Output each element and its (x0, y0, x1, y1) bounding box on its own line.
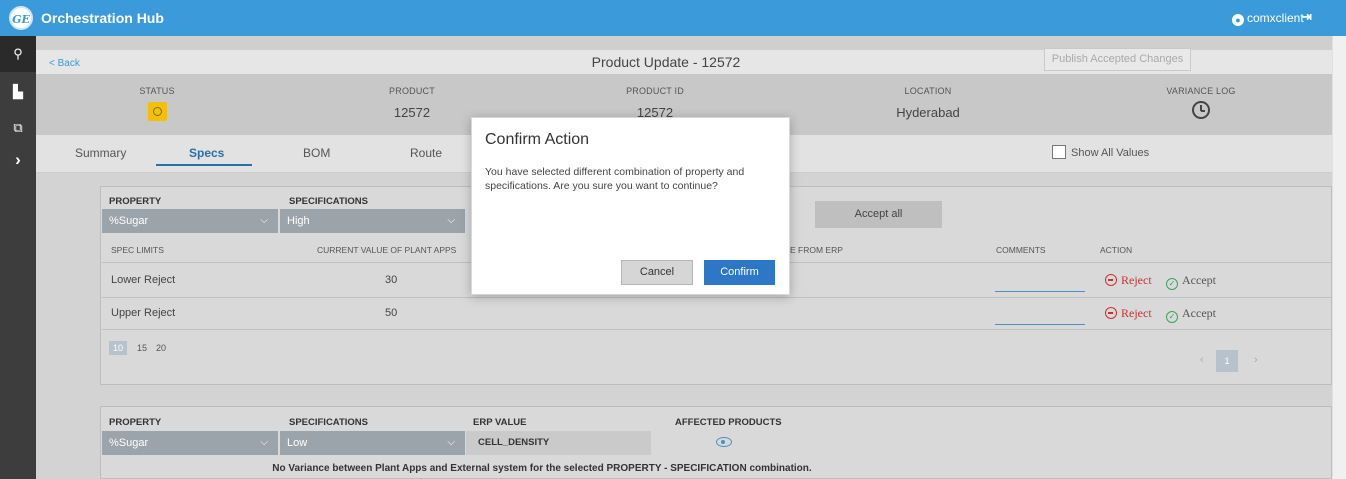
location-label: LOCATION (904, 86, 952, 96)
erp-value: CELL_DENSITY (466, 431, 651, 455)
reject-icon (1105, 307, 1117, 319)
table-row-current: 30 (385, 274, 398, 286)
accept-all-button[interactable]: Accept all (815, 201, 942, 228)
status-label: STATUS (139, 86, 175, 96)
product-id-label: PRODUCT ID (626, 86, 684, 96)
property-select-value: %Sugar (109, 215, 149, 227)
confirm-button[interactable]: Confirm (704, 260, 775, 285)
tab-specs[interactable]: Specs (189, 146, 224, 160)
comment-input[interactable] (995, 324, 1085, 325)
table-row-limit: Lower Reject (111, 274, 176, 286)
next-page-icon[interactable]: › (1254, 354, 1258, 366)
chevron-down-icon: ⌵ (260, 437, 268, 448)
show-all-values-toggle[interactable]: Show All Values (1052, 145, 1149, 159)
variance-log-label: VARIANCE LOG (1166, 86, 1236, 96)
comment-input[interactable] (995, 291, 1085, 292)
affected-products-header: AFFECTED PRODUCTS (675, 417, 782, 428)
specifications-header: SPECIFICATIONS (289, 417, 368, 428)
location-column: LOCATION Hyderabad (828, 86, 1028, 120)
chevron-right-icon[interactable]: › (0, 142, 36, 178)
row-divider (102, 329, 1331, 330)
table-row-limit: Upper Reject (111, 307, 176, 319)
show-all-checkbox[interactable] (1052, 145, 1066, 159)
prev-page-icon[interactable]: ‹ (1200, 354, 1204, 366)
erp-value-header: E FROM ERP (790, 245, 843, 255)
spec-limits-header: SPEC LIMITS (111, 245, 164, 255)
table-row-current: 50 (385, 307, 398, 319)
specification-select-value: High (287, 215, 310, 227)
product-column: PRODUCT 12572 (312, 86, 512, 120)
eye-icon[interactable] (716, 437, 732, 447)
comments-header: COMMENTS (996, 245, 1046, 255)
reject-button[interactable]: Reject (1105, 273, 1152, 288)
status-badge (147, 102, 167, 121)
action-header: ACTION (1100, 245, 1133, 255)
current-page[interactable]: 1 (1216, 350, 1238, 372)
specification-select[interactable]: Low ⌵ (280, 431, 465, 455)
hierarchy-icon[interactable]: ⚲ (0, 36, 36, 72)
property-header: PROPERTY (109, 417, 162, 428)
dialog-title: Confirm Action (485, 131, 590, 148)
user-menu[interactable]: ● comxclient (1232, 11, 1304, 26)
location-value: Hyderabad (896, 105, 960, 120)
history-clock-icon[interactable] (1192, 101, 1210, 119)
accept-icon: ✓ (1166, 311, 1178, 323)
tab-bom[interactable]: BOM (303, 146, 330, 160)
chevron-down-icon: ⌵ (447, 437, 455, 448)
user-name: comxclient (1247, 11, 1304, 25)
specifications-header: SPECIFICATIONS (289, 196, 368, 207)
current-value-header: CURRENT VALUE OF PLANT APPS (317, 245, 457, 255)
erp-value-header: ERP VALUE (473, 417, 527, 428)
specification-select-value: Low (287, 437, 308, 449)
reject-button[interactable]: Reject (1105, 306, 1152, 321)
property-select[interactable]: %Sugar ⌵ (102, 431, 278, 455)
status-column: STATUS (57, 86, 257, 124)
ge-logo-icon: GE (9, 6, 33, 30)
chevron-down-icon: ⌵ (447, 215, 455, 226)
top-bar: GE Orchestration Hub ● comxclient ⇥ (0, 0, 1346, 36)
app-title: Orchestration Hub (41, 10, 164, 26)
product-id-column: PRODUCT ID 12572 (555, 86, 755, 120)
tab-summary[interactable]: Summary (75, 146, 126, 160)
hub-icon[interactable]: ⧉ (0, 110, 36, 146)
property-select-value: %Sugar (109, 437, 149, 449)
accept-button[interactable]: ✓ Accept (1166, 306, 1216, 323)
reject-icon (1105, 274, 1117, 286)
row-divider (102, 297, 1331, 298)
left-rail: ⚲ ▙ ⧉ › (0, 36, 36, 479)
chevron-down-icon: ⌵ (260, 215, 268, 226)
specification-select[interactable]: High ⌵ (280, 209, 465, 233)
page-size-15[interactable]: 15 (137, 343, 147, 353)
factory-icon[interactable]: ▙ (0, 74, 36, 110)
cancel-button[interactable]: Cancel (621, 260, 693, 285)
tab-route[interactable]: Route (410, 146, 442, 160)
variance-log-column: VARIANCE LOG (1101, 86, 1301, 122)
show-all-label: Show All Values (1071, 147, 1150, 159)
logout-icon[interactable]: ⇥ (1301, 9, 1312, 25)
accept-icon: ✓ (1166, 278, 1178, 290)
property-header: PROPERTY (109, 196, 162, 207)
active-tab-indicator (156, 164, 252, 166)
no-variance-message: No Variance between Plant Apps and Exter… (272, 463, 812, 474)
page-size-10[interactable]: 10 (109, 341, 128, 355)
dialog-message: You have selected different combination … (485, 166, 745, 192)
property-select[interactable]: %Sugar ⌵ (102, 209, 278, 233)
accept-button[interactable]: ✓ Accept (1166, 273, 1216, 290)
scrollbar[interactable] (1332, 36, 1346, 479)
publish-accepted-changes-button[interactable]: Publish Accepted Changes (1044, 48, 1191, 71)
user-icon: ● (1232, 14, 1244, 26)
product-label: PRODUCT (389, 86, 435, 96)
page-size-20[interactable]: 20 (156, 343, 166, 353)
